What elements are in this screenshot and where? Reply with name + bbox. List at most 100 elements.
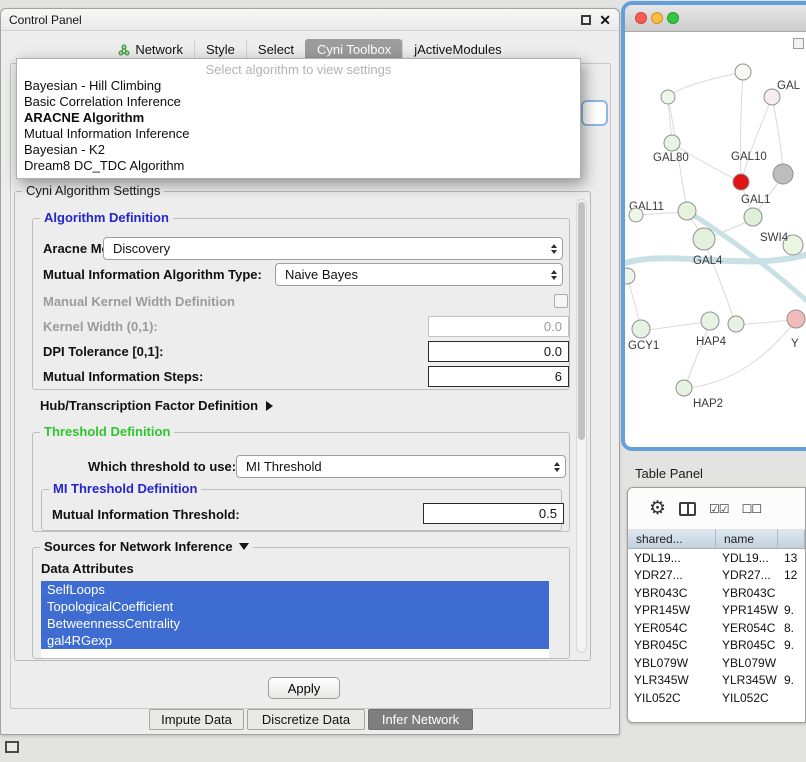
mi-algorithm-type-select[interactable]: Naive Bayes (275, 263, 563, 286)
mi-threshold-field[interactable]: 0.5 (423, 503, 564, 524)
network-edge[interactable] (689, 321, 796, 388)
sources-toggle[interactable]: Sources for Network Inference (40, 539, 253, 554)
network-node-label: SWI4 (760, 232, 789, 244)
network-node[interactable] (773, 164, 793, 184)
tab-select[interactable]: Select (246, 39, 305, 60)
network-node[interactable] (693, 228, 715, 250)
deselect-all-columns-icon[interactable]: ☐☐ (742, 502, 762, 516)
kernel-width-field[interactable]: 0.0 (428, 316, 569, 337)
mi-steps-field[interactable]: 6 (428, 366, 569, 387)
network-edge[interactable] (670, 72, 743, 95)
network-edge[interactable] (742, 97, 772, 180)
close-icon[interactable]: ✕ (599, 13, 611, 27)
algorithm-option[interactable]: Basic Correlation Inference (17, 94, 580, 110)
table-row[interactable]: YDL19...YDL19...13 (628, 549, 805, 567)
network-edge[interactable] (704, 241, 735, 322)
settings-scrollbar[interactable] (576, 199, 587, 653)
table-row[interactable]: YBL079WYBL079W (628, 654, 805, 672)
table-cell: 13 (778, 551, 805, 565)
threshold-definition-group: Threshold Definition Which threshold to … (32, 432, 570, 532)
column-header-partial[interactable] (778, 530, 805, 548)
algorithm-definition-group: Algorithm Definition Aracne Mode: Discov… (32, 218, 570, 390)
table-row[interactable]: YPR145WYPR145W9. (628, 602, 805, 620)
column-header-name[interactable]: name (716, 530, 778, 548)
table-cell: YBR045C (716, 638, 778, 652)
network-node[interactable] (661, 90, 675, 104)
collapsed-panel-icon[interactable] (5, 741, 19, 753)
network-node[interactable] (625, 268, 635, 284)
stepper-icon (551, 270, 557, 280)
network-node-label: HAP2 (693, 398, 723, 410)
select-all-columns-icon[interactable]: ☑☑ (709, 502, 729, 516)
algorithm-option[interactable]: Dream8 DC_TDC Algorithm (17, 158, 580, 174)
tab-style[interactable]: Style (194, 39, 246, 60)
network-edge[interactable] (741, 72, 743, 180)
algorithm-combobox[interactable] (581, 100, 608, 126)
table-row[interactable]: YLR345WYLR345W9. (628, 672, 805, 690)
network-edge[interactable] (685, 323, 710, 386)
tab-cyni-toolbox[interactable]: Cyni Toolbox (305, 39, 402, 60)
dpi-tolerance-field[interactable]: 0.0 (428, 341, 569, 362)
minimize-traffic-light[interactable] (651, 12, 663, 24)
table-row[interactable]: YER054CYER054C8. (628, 619, 805, 637)
algorithm-option[interactable]: Bayesian - Hill Climbing (17, 78, 580, 94)
algorithm-option[interactable]: Bayesian - K2 (17, 142, 580, 158)
network-node[interactable] (787, 310, 805, 328)
tab-infer-network[interactable]: Infer Network (368, 709, 473, 730)
scrollbar-thumb[interactable] (578, 202, 585, 440)
network-node[interactable] (744, 208, 762, 226)
network-node[interactable] (664, 135, 680, 151)
table-row[interactable]: YBR043CYBR043C (628, 584, 805, 602)
control-panel-titlebar[interactable]: Control Panel ✕ (1, 9, 619, 31)
network-node[interactable] (629, 208, 643, 222)
data-attributes-list[interactable]: SelfLoopsTopologicalCoefficientBetweenne… (41, 581, 549, 658)
tab-network[interactable]: Network (107, 39, 194, 60)
network-node[interactable] (735, 64, 751, 80)
close-traffic-light[interactable] (635, 12, 647, 24)
sources-group: Sources for Network Inference Data Attri… (32, 547, 570, 659)
table-cell: YIL052C (628, 691, 716, 705)
table-row[interactable]: YIL052CYIL052C (628, 689, 805, 707)
mi-steps-label: Mutual Information Steps: (43, 365, 203, 388)
algorithm-option[interactable]: ARACNE Algorithm (17, 110, 580, 126)
network-node-label: GAL4 (693, 255, 723, 267)
hub-transcription-factor-toggle[interactable]: Hub/Transcription Factor Definition (40, 398, 273, 413)
network-edge[interactable] (736, 320, 794, 325)
apply-button[interactable]: Apply (268, 677, 340, 699)
network-edge[interactable] (641, 322, 708, 331)
zoom-traffic-light[interactable] (667, 12, 679, 24)
tab-discretize-data[interactable]: Discretize Data (247, 709, 365, 730)
tab-impute-data[interactable]: Impute Data (149, 709, 244, 730)
network-window-titlebar[interactable] (625, 5, 806, 32)
float-window-icon[interactable] (581, 15, 591, 25)
data-attribute-item[interactable]: SelfLoops (41, 581, 549, 598)
network-node[interactable] (632, 320, 650, 338)
table-row[interactable]: YDR27...YDR27...12 (628, 567, 805, 585)
which-threshold-select[interactable]: MI Threshold (236, 455, 566, 478)
table-row[interactable]: YBR045CYBR045C9. (628, 637, 805, 655)
network-canvas[interactable]: GALGAL80GAL10GAL11GAL1SWI4GAL4GCY1HAP4YH… (625, 33, 806, 447)
network-node[interactable] (701, 312, 719, 330)
data-attribute-item[interactable]: gal4RGexp (41, 632, 549, 649)
table-settings-gear-icon[interactable]: ⚙ (649, 499, 666, 518)
network-node[interactable] (678, 202, 696, 220)
tab-jactivemodules[interactable]: jActiveModules (402, 39, 512, 60)
network-node[interactable] (676, 380, 692, 396)
network-edge[interactable] (772, 97, 783, 172)
network-node[interactable] (733, 174, 749, 190)
aracne-mode-select[interactable]: Discovery (103, 237, 563, 260)
table-cell: YPR145W (628, 603, 716, 617)
collapse-down-icon (239, 543, 249, 550)
network-node-label: HAP4 (696, 336, 727, 348)
mi-threshold-definition-title: MI Threshold Definition (49, 481, 201, 496)
tab-label: Cyni Toolbox (317, 42, 391, 57)
network-node[interactable] (728, 316, 744, 332)
show-columns-icon[interactable] (679, 502, 696, 516)
algorithm-option[interactable]: Mutual Information Inference (17, 126, 580, 142)
column-header-shared-name[interactable]: shared... (628, 530, 716, 548)
data-attribute-item[interactable]: TopologicalCoefficient (41, 598, 549, 615)
manual-kernel-width-checkbox[interactable] (554, 294, 568, 308)
overview-box[interactable] (793, 38, 804, 49)
data-attribute-item[interactable]: BetweennessCentrality (41, 615, 549, 632)
table-cell: YBL079W (716, 656, 778, 670)
